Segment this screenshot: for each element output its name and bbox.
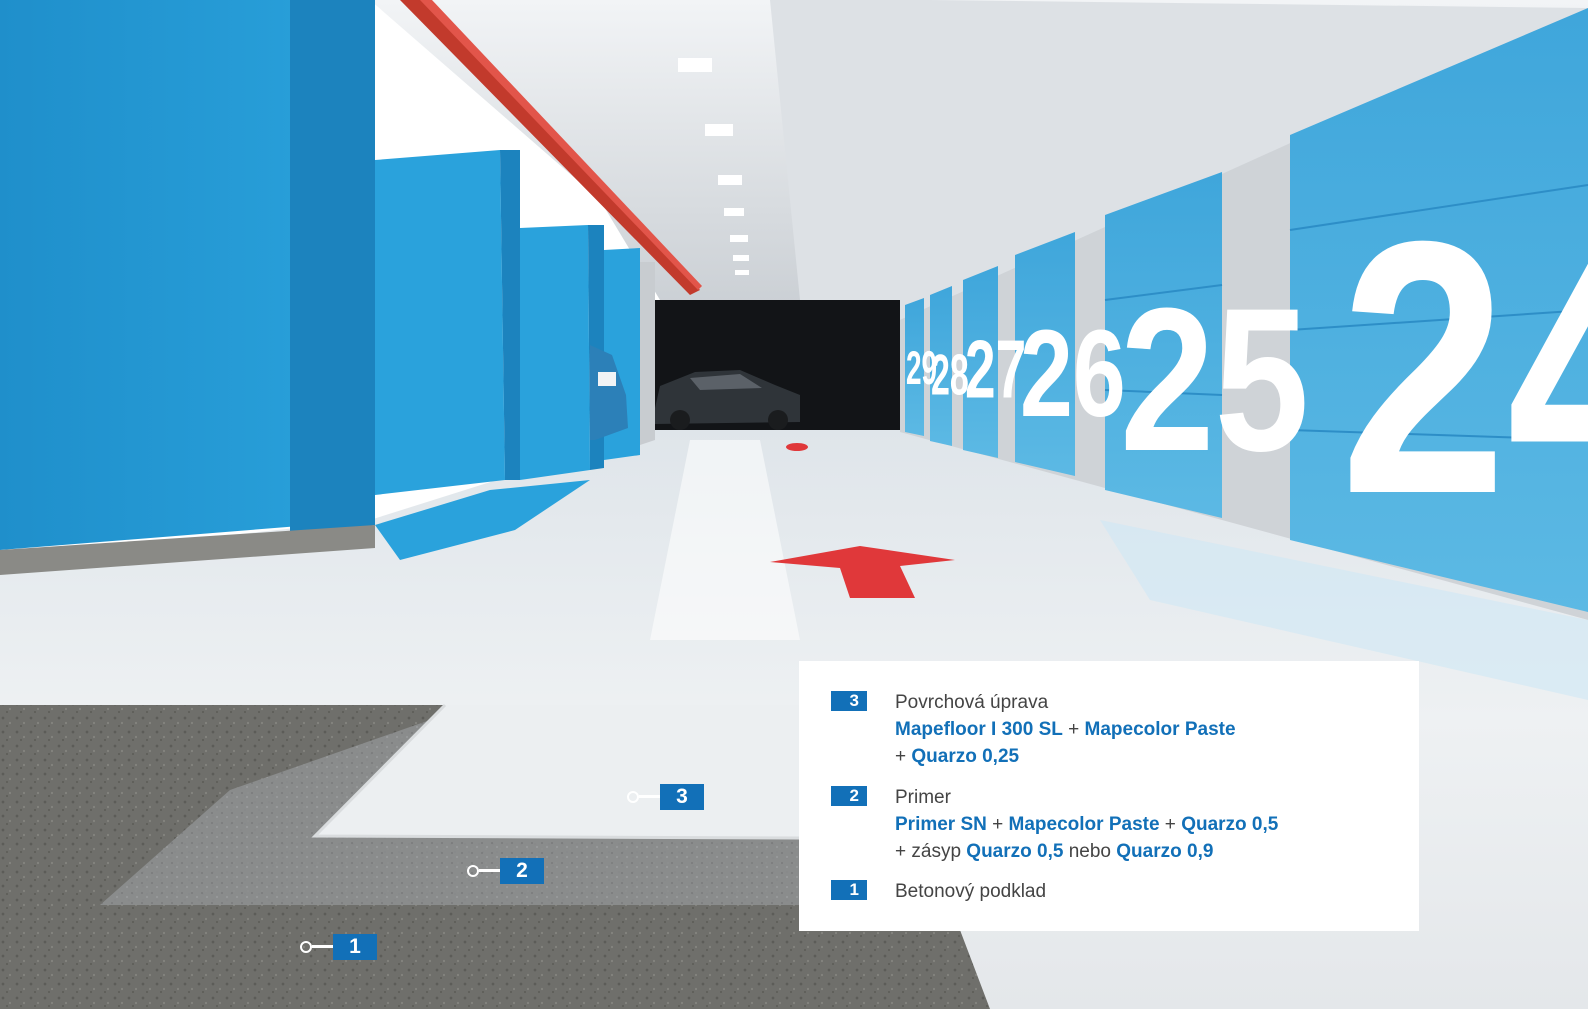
left-pillar (0, 0, 375, 575)
legend-title: Primer (895, 787, 951, 808)
marker-line (639, 795, 661, 798)
product-name: Quarzo 0,5 (966, 841, 1064, 862)
legend-products: Mapefloor I 300 SL + Mapecolor Paste (895, 716, 1395, 743)
legend-products: Primer SN + Mapecolor Paste + Quarzo 0,5 (895, 811, 1395, 838)
door-number-25: 25 (1120, 265, 1309, 493)
door-number-27: 27 (965, 323, 1026, 415)
product-name: Mapecolor Paste (1008, 814, 1160, 835)
floor-arrow-far (786, 443, 808, 451)
legend-products: + zásyp Quarzo 0,5 nebo Quarzo 0,9 (895, 838, 1395, 865)
door-number-26: 26 (1020, 305, 1126, 443)
legend-title: Betonový podklad (895, 881, 1047, 902)
marker-pin-icon (467, 865, 479, 877)
product-name: Mapecolor Paste (1084, 719, 1236, 740)
layer-legend: 3 Povrchová úprava Mapefloor I 300 SL + … (799, 661, 1419, 931)
marker-layer-2: 2 (467, 858, 547, 884)
garage-scene: 24 25 26 27 28 29 3 2 1 (0, 0, 1588, 1009)
legend-title: Povrchová úprava (895, 692, 1049, 713)
product-name: Quarzo 0,9 (1116, 841, 1214, 862)
marker-number: 3 (660, 784, 704, 810)
marker-pin-icon (627, 791, 639, 803)
plus-separator: + (1062, 719, 1085, 740)
marker-number: 2 (500, 858, 544, 884)
product-name: Mapefloor I 300 SL (895, 719, 1063, 740)
marker-line (479, 869, 501, 872)
plus-separator: + (1159, 814, 1182, 835)
legend-number: 2 (831, 786, 867, 806)
marker-layer-3: 3 (627, 784, 707, 810)
product-name: Quarzo 0,5 (1181, 814, 1279, 835)
product-name: Primer SN (895, 814, 987, 835)
legend-number: 3 (831, 691, 867, 711)
marker-layer-1: 1 (300, 934, 380, 960)
plus-separator: + (986, 814, 1009, 835)
legend-products: + Quarzo 0,25 (895, 743, 1395, 770)
text-separator: nebo (1063, 841, 1117, 862)
marker-pin-icon (300, 941, 312, 953)
text-separator: + zásyp (895, 841, 967, 862)
legend-text: Betonový podklad (895, 878, 1395, 905)
legend-text: Povrchová úprava Mapefloor I 300 SL + Ma… (895, 689, 1395, 770)
legend-number: 1 (831, 880, 867, 900)
plus-separator: + (895, 746, 912, 767)
product-name: Quarzo 0,25 (911, 746, 1020, 767)
legend-text: Primer Primer SN + Mapecolor Paste + Qua… (895, 784, 1395, 865)
door-number-29: 29 (906, 343, 937, 395)
marker-number: 1 (333, 934, 377, 960)
door-number-24: 24 (1340, 167, 1588, 569)
marker-line (312, 945, 334, 948)
